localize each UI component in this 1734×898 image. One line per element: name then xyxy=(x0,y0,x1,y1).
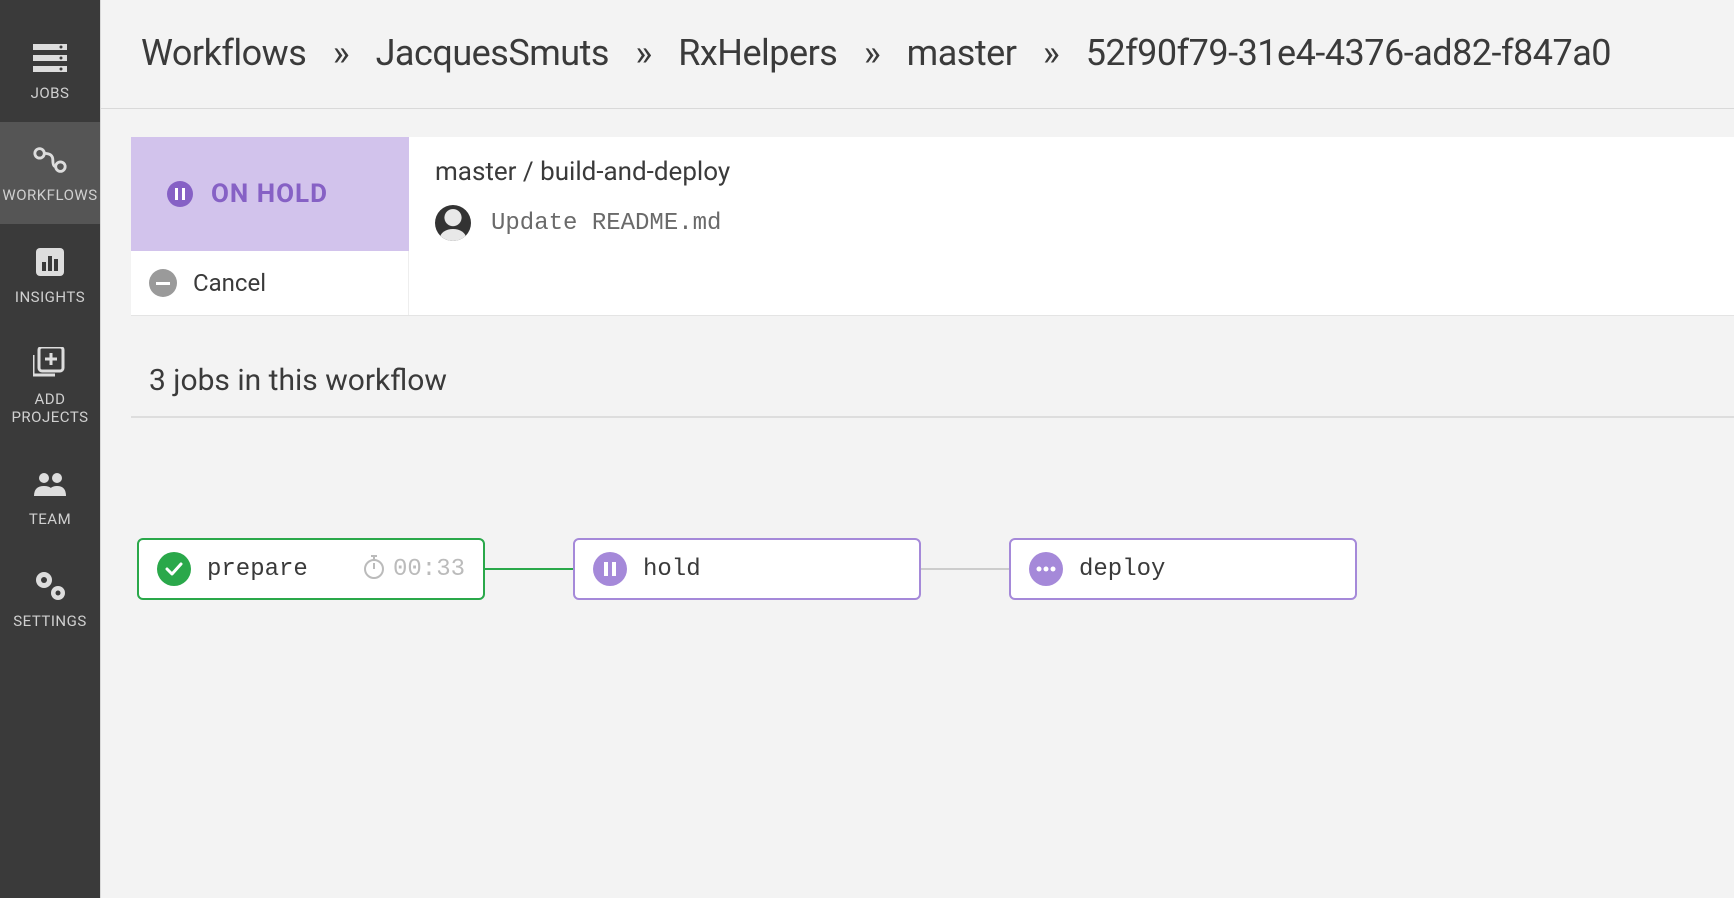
sidebar-item-workflows[interactable]: WORKFLOWS xyxy=(0,122,100,224)
breadcrumb-separator: » xyxy=(864,32,880,74)
breadcrumb: Workflows » JacquesSmuts » RxHelpers » m… xyxy=(141,32,1611,74)
status-right-column: master / build-and-deploy Update README.… xyxy=(409,137,1734,315)
add-projects-icon xyxy=(32,346,68,382)
divider xyxy=(131,416,1734,418)
jobs-icon xyxy=(32,40,68,76)
breadcrumb-item[interactable]: 52f90f79-31e4-4376-ad82-f847a0 xyxy=(1086,32,1611,74)
job-duration-wrap: 00:33 xyxy=(363,554,465,584)
sidebar-item-add-projects[interactable]: ADD PROJECTS xyxy=(0,326,100,446)
insights-icon xyxy=(32,244,68,280)
job-node-deploy[interactable]: deploy xyxy=(1009,538,1357,600)
sidebar: JOBS WORKFLOWS INSIGHTS xyxy=(0,0,100,898)
workflow-graph: prepare 00:33 xyxy=(131,538,1734,600)
sidebar-item-label: INSIGHTS xyxy=(15,288,85,306)
sidebar-item-label: WORKFLOWS xyxy=(2,186,97,204)
breadcrumb-item[interactable]: master xyxy=(907,32,1017,74)
breadcrumb-separator: » xyxy=(635,32,651,74)
status-left-column: ON HOLD Cancel xyxy=(131,137,409,315)
breadcrumb-bar: Workflows » JacquesSmuts » RxHelpers » m… xyxy=(101,0,1734,109)
success-icon xyxy=(157,552,191,586)
job-name: prepare xyxy=(207,556,347,583)
connector xyxy=(921,568,1009,570)
settings-icon xyxy=(32,568,68,604)
sidebar-item-label: TEAM xyxy=(29,510,71,528)
avatar xyxy=(435,205,471,241)
job-name: deploy xyxy=(1079,556,1337,583)
sidebar-item-team[interactable]: TEAM xyxy=(0,446,100,548)
commit-row: Update README.md xyxy=(435,205,1708,241)
job-duration: 00:33 xyxy=(393,556,465,583)
cancel-button[interactable]: Cancel xyxy=(131,251,409,315)
sidebar-item-jobs[interactable]: JOBS xyxy=(0,20,100,122)
breadcrumb-item[interactable]: RxHelpers xyxy=(678,32,837,74)
breadcrumb-item[interactable]: JacquesSmuts xyxy=(376,32,609,74)
workflow-title: master / build-and-deploy xyxy=(435,157,1708,187)
commit-message: Update README.md xyxy=(491,210,721,237)
sidebar-item-label: SETTINGS xyxy=(13,612,87,630)
sidebar-item-settings[interactable]: SETTINGS xyxy=(0,548,100,650)
breadcrumb-separator: » xyxy=(333,32,349,74)
jobs-count-heading: 3 jobs in this workflow xyxy=(131,363,1734,398)
content-area: ON HOLD Cancel master / build-and-deploy… xyxy=(101,109,1734,600)
job-node-hold[interactable]: hold xyxy=(573,538,921,600)
team-icon xyxy=(32,466,68,502)
pause-icon xyxy=(593,552,627,586)
workflow-status-card: ON HOLD Cancel master / build-and-deploy… xyxy=(131,137,1734,315)
status-badge: ON HOLD xyxy=(131,137,409,251)
status-label: ON HOLD xyxy=(211,179,328,209)
breadcrumb-separator: » xyxy=(1043,32,1059,74)
job-node-prepare[interactable]: prepare 00:33 xyxy=(137,538,485,600)
main-content: Workflows » JacquesSmuts » RxHelpers » m… xyxy=(100,0,1734,898)
workflows-icon xyxy=(32,142,68,178)
sidebar-item-insights[interactable]: INSIGHTS xyxy=(0,224,100,326)
connector xyxy=(485,568,573,570)
cancel-label: Cancel xyxy=(193,269,266,297)
cancel-icon xyxy=(149,269,177,297)
sidebar-item-label: ADD PROJECTS xyxy=(4,390,96,426)
job-name: hold xyxy=(643,556,901,583)
sidebar-item-label: JOBS xyxy=(31,84,70,102)
breadcrumb-item[interactable]: Workflows xyxy=(141,32,306,74)
pause-icon xyxy=(167,181,193,207)
pending-icon xyxy=(1029,552,1063,586)
stopwatch-icon xyxy=(363,554,385,584)
